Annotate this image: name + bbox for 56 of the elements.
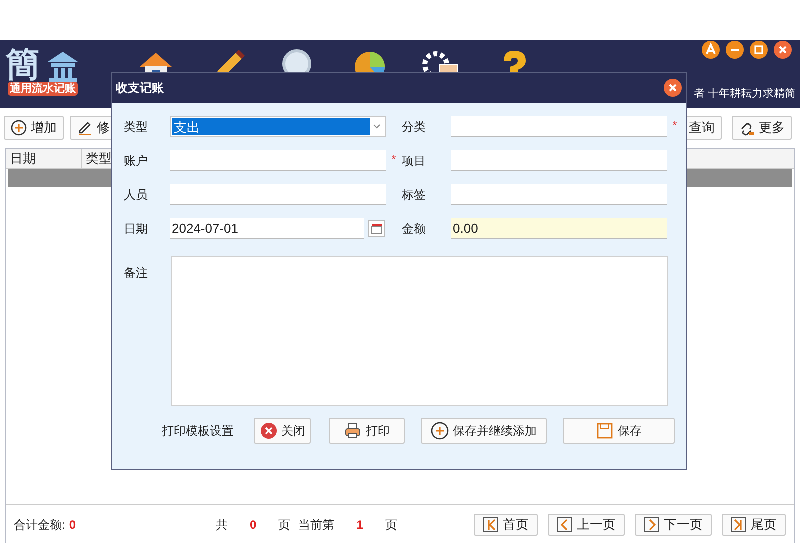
- field-label: 类型: [124, 118, 149, 136]
- input-field[interactable]: [451, 116, 667, 137]
- field-label: 分类: [402, 118, 427, 136]
- pencil-icon: [77, 120, 93, 136]
- pages-unit: 页: [278, 516, 291, 534]
- x-circle-icon: [260, 422, 278, 440]
- minimize-icon: [726, 41, 744, 59]
- current-page-label: 当前第: [298, 516, 335, 534]
- field-label: 人员: [124, 186, 149, 204]
- dialog-button[interactable]: 打印: [329, 418, 405, 444]
- field-label: 标签: [402, 186, 427, 204]
- close-icon: [774, 41, 792, 59]
- dialog-button[interactable]: 关闭: [254, 418, 311, 444]
- plus-circle-icon: [11, 120, 27, 136]
- maximize-icon: [750, 41, 768, 59]
- input-field[interactable]: [451, 184, 667, 205]
- total-value: 0: [69, 516, 76, 534]
- pages-label: 共: [216, 516, 228, 534]
- tagline: 者 十年耕耘力求精简: [694, 87, 796, 102]
- dialog-button[interactable]: 保存并继续添加: [421, 418, 547, 444]
- plus-circle-icon: [431, 422, 449, 440]
- logo-text: 簡: [6, 48, 40, 82]
- calendar-icon[interactable]: [368, 220, 386, 238]
- field-label: 项目: [402, 152, 427, 170]
- notes-label: 备注: [124, 265, 149, 282]
- dialog-button[interactable]: 保存: [563, 418, 675, 444]
- close-icon[interactable]: [664, 79, 682, 97]
- input-field[interactable]: [451, 150, 667, 171]
- type-dropdown[interactable]: 支出: [170, 116, 386, 137]
- toolbar-button[interactable]: 增加: [4, 116, 64, 140]
- column-header[interactable]: 日期: [6, 149, 82, 168]
- page-count: 0: [250, 516, 257, 534]
- toolbar-button[interactable]: 更多: [732, 116, 792, 140]
- input-field[interactable]: [170, 184, 386, 205]
- logo-subtitle: 通用流水记账: [8, 82, 78, 96]
- print-template-link[interactable]: 打印模板设置: [162, 422, 234, 440]
- total-label: 合计金额:: [14, 516, 66, 534]
- field-label: 日期: [124, 220, 149, 238]
- amount-field[interactable]: 0.00: [451, 218, 667, 239]
- notes-field[interactable]: [171, 256, 668, 406]
- current-page: 1: [356, 516, 364, 534]
- field-label: 账户: [124, 152, 149, 170]
- input-field[interactable]: [170, 150, 386, 171]
- page-button[interactable]: 尾页: [722, 514, 786, 536]
- date-field[interactable]: 2024-07-01: [170, 218, 364, 239]
- page-button[interactable]: 下一页: [635, 514, 712, 536]
- dialog-title: 收支记账: [116, 80, 164, 97]
- printer-icon: [344, 422, 362, 440]
- required-mark: *: [392, 153, 396, 168]
- page-button[interactable]: 首页: [474, 514, 538, 536]
- current-page-unit: 页: [385, 516, 398, 534]
- required-mark: *: [672, 119, 678, 134]
- field-label: 金额: [402, 220, 427, 238]
- font-size-icon: [702, 41, 720, 59]
- page-button[interactable]: 上一页: [548, 514, 625, 536]
- chevron-down-icon: [372, 122, 382, 132]
